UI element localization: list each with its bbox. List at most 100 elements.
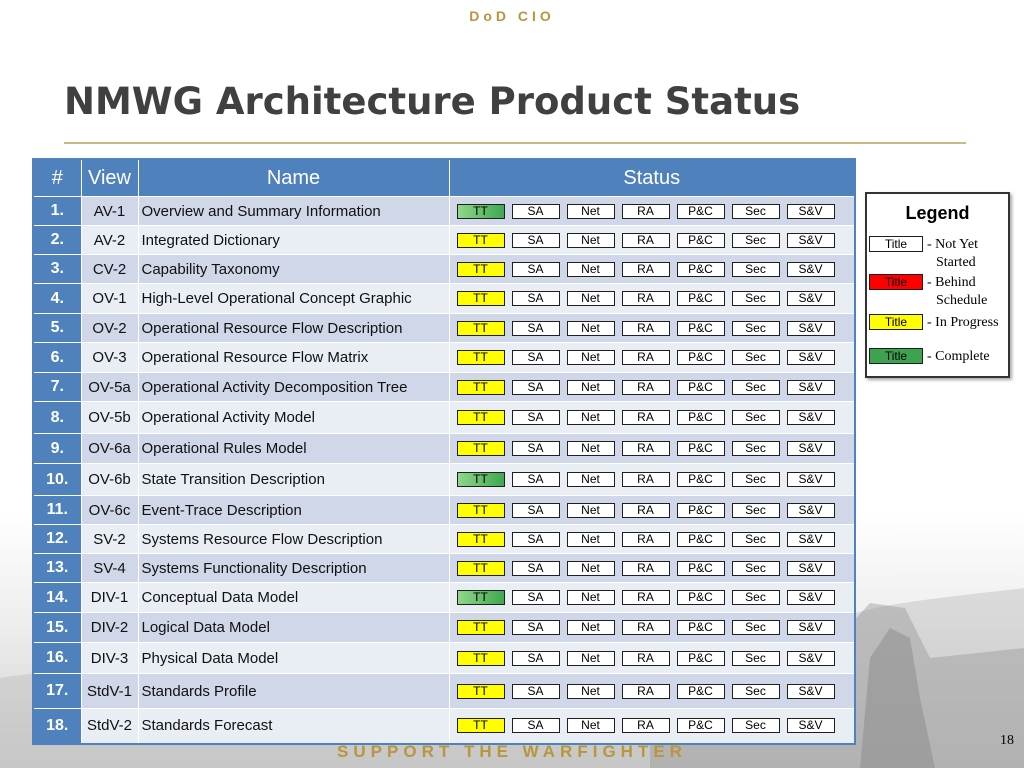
status-chip-pc: P&C bbox=[676, 291, 725, 306]
status-chip-ra: RA bbox=[621, 590, 670, 605]
status-chip-sa: SA bbox=[511, 590, 560, 605]
status-chip-sec: Sec bbox=[731, 620, 780, 635]
status-chip-group: TT SA Net RA P&C Sec S&V bbox=[450, 650, 855, 666]
status-chip-group: TT SA Net RA P&C Sec S&V bbox=[450, 683, 855, 699]
column-header-status: Status bbox=[448, 158, 856, 197]
status-chip-ra: RA bbox=[621, 441, 670, 456]
title-divider bbox=[64, 142, 966, 144]
status-chip-ra: RA bbox=[621, 560, 670, 576]
status-chip-pc: P&C bbox=[676, 441, 725, 456]
row-product-name: High-Level Operational Concept Graphic bbox=[137, 283, 450, 314]
footer-motto: SUPPORT THE WARFIGHTER bbox=[337, 742, 687, 761]
row-status-cell: TT SA Net RA P&C Sec S&V bbox=[448, 433, 856, 464]
status-chip-sa: SA bbox=[511, 410, 560, 425]
status-chip-group: TT SA Net RA P&C Sec S&V bbox=[450, 291, 855, 306]
row-number: 9. bbox=[32, 433, 82, 464]
row-number: 10. bbox=[32, 463, 82, 496]
row-view-code: SV-2 bbox=[80, 524, 139, 554]
row-view-code: OV-5b bbox=[80, 401, 139, 434]
status-chip-sec: Sec bbox=[731, 718, 780, 734]
status-chip-sv: S&V bbox=[786, 718, 835, 734]
table-body: 1. AV-1 Overview and Summary Information TT… bbox=[32, 196, 856, 744]
status-chip-sec: Sec bbox=[731, 683, 780, 699]
table-row: 1. AV-1 Overview and Summary Information TT… bbox=[32, 196, 856, 226]
row-product-name: Operational Activity Model bbox=[137, 401, 450, 434]
status-chip-tt: TT bbox=[456, 379, 505, 395]
status-chip-tt: TT bbox=[456, 441, 505, 456]
row-product-name: Operational Rules Model bbox=[137, 433, 450, 464]
status-chip-net: Net bbox=[566, 379, 615, 395]
status-chip-group: TT SA Net RA P&C Sec S&V bbox=[450, 590, 855, 605]
row-view-code: OV-6a bbox=[80, 433, 139, 464]
status-chip-sa: SA bbox=[511, 718, 560, 734]
status-chip-sa: SA bbox=[511, 291, 560, 306]
status-chip-sa: SA bbox=[511, 650, 560, 666]
status-chip-group: TT SA Net RA P&C Sec S&V bbox=[450, 472, 855, 487]
row-product-name: Standards Profile bbox=[137, 673, 450, 709]
row-number: 1. bbox=[32, 196, 82, 226]
page-number: 18 bbox=[1000, 733, 1014, 748]
row-view-code: DIV-2 bbox=[80, 612, 139, 643]
status-chip-pc: P&C bbox=[676, 683, 725, 699]
row-status-cell: TT SA Net RA P&C Sec S&V bbox=[448, 463, 856, 496]
table-row: 4. OV-1 High-Level Operational Concept Gra… bbox=[32, 283, 856, 314]
status-chip-group: TT SA Net RA P&C Sec S&V bbox=[450, 410, 855, 425]
status-chip-net: Net bbox=[566, 590, 615, 605]
status-chip-sec: Sec bbox=[731, 379, 780, 395]
status-chip-sv: S&V bbox=[786, 410, 835, 425]
status-chip-net: Net bbox=[566, 203, 615, 219]
status-chip-group: TT SA Net RA P&C Sec S&V bbox=[450, 232, 855, 248]
status-chip-pc: P&C bbox=[676, 472, 725, 487]
row-product-name: Systems Resource Flow Description bbox=[137, 524, 450, 554]
status-chip-group: TT SA Net RA P&C Sec S&V bbox=[450, 350, 855, 365]
status-chip-tt: TT bbox=[456, 650, 505, 666]
status-chip-net: Net bbox=[566, 683, 615, 699]
status-chip-group: TT SA Net RA P&C Sec S&V bbox=[450, 441, 855, 456]
row-view-code: StdV-2 bbox=[80, 708, 139, 744]
status-chip-tt: TT bbox=[456, 232, 505, 248]
status-chip-sv: S&V bbox=[786, 620, 835, 635]
row-product-name: Operational Activity Decomposition Tree bbox=[137, 372, 450, 402]
status-chip-sec: Sec bbox=[731, 590, 780, 605]
status-chip-ra: RA bbox=[621, 472, 670, 487]
legend-title: Legend bbox=[905, 203, 970, 223]
row-status-cell: TT SA Net RA P&C Sec S&V bbox=[448, 708, 856, 744]
status-chip-tt: TT bbox=[456, 531, 505, 547]
row-number: 15. bbox=[32, 612, 82, 643]
table-header-row: # View Name Status bbox=[32, 158, 856, 197]
row-view-code: OV-6b bbox=[80, 463, 139, 496]
status-chip-net: Net bbox=[566, 291, 615, 306]
status-chip-sv: S&V bbox=[786, 683, 835, 699]
status-chip-tt: TT bbox=[456, 620, 505, 635]
status-chip-net: Net bbox=[566, 320, 615, 336]
row-status-cell: TT SA Net RA P&C Sec S&V bbox=[448, 401, 856, 434]
row-number: 17. bbox=[32, 673, 82, 709]
row-product-name: Capability Taxonomy bbox=[137, 254, 450, 284]
status-chip-net: Net bbox=[566, 560, 615, 576]
table-row: 10. OV-6b State Transition Description TT SA… bbox=[32, 463, 856, 496]
status-chip-pc: P&C bbox=[676, 560, 725, 576]
status-chip-tt: TT bbox=[456, 502, 505, 518]
row-view-code: OV-3 bbox=[80, 342, 139, 373]
row-status-cell: TT SA Net RA P&C Sec S&V bbox=[448, 553, 856, 583]
status-chip-pc: P&C bbox=[676, 232, 725, 248]
status-chip-sv: S&V bbox=[786, 502, 835, 518]
row-product-name: Integrated Dictionary bbox=[137, 225, 450, 255]
table-row: 15. DIV-2 Logical Data Model TT SA Net RA P&C Se… bbox=[32, 612, 856, 643]
status-chip-group: TT SA Net RA P&C Sec S&V bbox=[450, 320, 855, 336]
legend-label-not-started: - Not Yet Started bbox=[927, 237, 978, 270]
row-product-name: Conceptual Data Model bbox=[137, 582, 450, 613]
status-chip-ra: RA bbox=[621, 531, 670, 547]
row-status-cell: TT SA Net RA P&C Sec S&V bbox=[448, 612, 856, 643]
status-chip-sec: Sec bbox=[731, 560, 780, 576]
row-number: 12. bbox=[32, 524, 82, 554]
status-chip-sv: S&V bbox=[786, 590, 835, 605]
status-chip-sec: Sec bbox=[731, 232, 780, 248]
row-product-name: Operational Resource Flow Description bbox=[137, 313, 450, 343]
status-chip-sa: SA bbox=[511, 203, 560, 219]
status-chip-ra: RA bbox=[621, 683, 670, 699]
legend-swatch-in-progress: Title bbox=[869, 314, 923, 330]
status-chip-sa: SA bbox=[511, 441, 560, 456]
row-product-name: State Transition Description bbox=[137, 463, 450, 496]
row-product-name: Logical Data Model bbox=[137, 612, 450, 643]
